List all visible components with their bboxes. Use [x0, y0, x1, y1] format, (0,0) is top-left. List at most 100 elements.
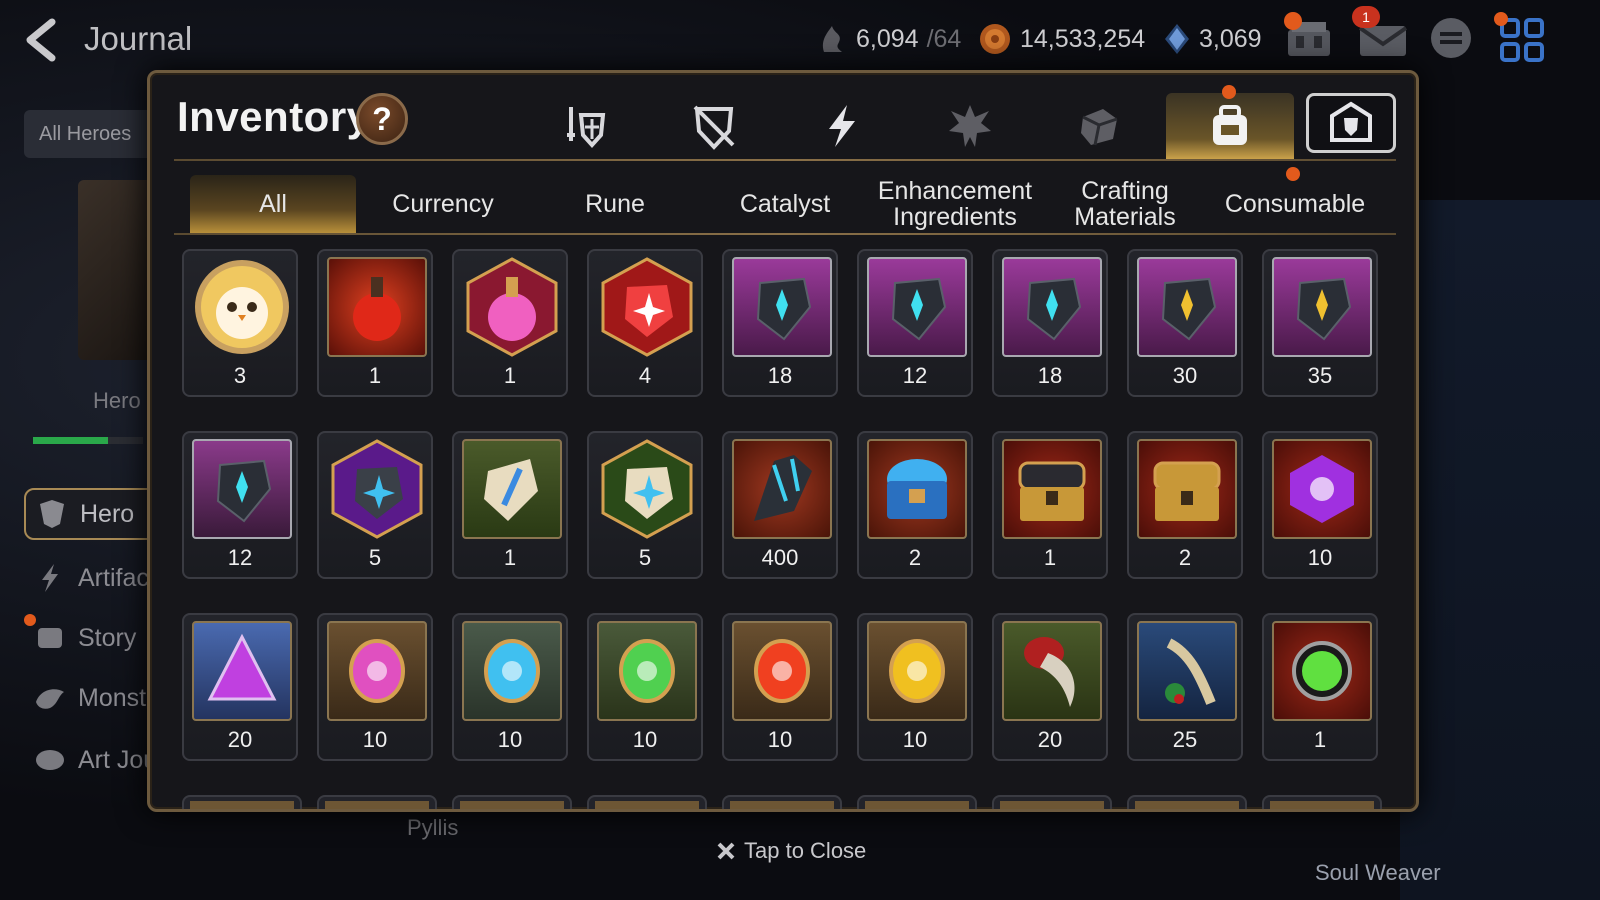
inventory-item-partial[interactable] — [587, 795, 707, 809]
hero-label: Hero — [93, 388, 141, 413]
tab-unequipped[interactable] — [664, 93, 764, 159]
item-count: 10 — [902, 727, 928, 752]
item-count: 3 — [233, 363, 247, 388]
inventory-item[interactable]: 1 — [452, 431, 568, 579]
item-count: 10 — [497, 727, 523, 752]
tab-catalyst[interactable]: Catalyst — [702, 175, 868, 233]
stamina-icon — [822, 26, 842, 52]
bag-icon — [1213, 105, 1247, 145]
tab-items[interactable] — [1166, 85, 1294, 159]
root-icon — [1137, 621, 1237, 721]
close-icon — [717, 842, 735, 860]
inventory-item[interactable]: 10 — [452, 613, 568, 761]
item-count: 18 — [1037, 363, 1063, 388]
inventory-item[interactable]: 18 — [722, 249, 838, 397]
tab-equipment[interactable] — [534, 93, 634, 159]
tab-rune[interactable]: Rune — [532, 175, 698, 233]
item-count: 5 — [368, 545, 382, 570]
back-button[interactable] — [22, 18, 72, 64]
green-star-fossil-icon — [597, 439, 697, 539]
item-count: 5 — [638, 545, 652, 570]
mail-button[interactable]: 1 — [1352, 6, 1410, 66]
soul-weaver-label: Soul Weaver — [1315, 860, 1441, 885]
inventory-item[interactable]: 12 — [182, 431, 298, 579]
item-count: 35 — [1307, 363, 1333, 388]
inventory-item-partial[interactable] — [452, 795, 572, 809]
tab-all[interactable]: All — [190, 175, 356, 233]
inventory-title: Inventory — [177, 93, 371, 140]
inventory-item[interactable]: 35 — [1262, 249, 1378, 397]
sidebar-item-story[interactable]: Story — [24, 614, 136, 654]
tab-consumable[interactable]: Consumable — [1212, 175, 1378, 233]
frame-corner — [150, 73, 164, 87]
inventory-item[interactable]: 2 — [1127, 431, 1243, 579]
inventory-item-partial[interactable] — [317, 795, 437, 809]
inventory-item[interactable]: 2 — [857, 431, 973, 579]
inventory-item[interactable]: 10 — [857, 613, 973, 761]
inventory-item[interactable]: 20 — [992, 613, 1108, 761]
shop-button[interactable] — [1282, 12, 1336, 66]
item-count: 18 — [767, 363, 793, 388]
inventory-item[interactable]: 10 — [587, 613, 703, 761]
menu-button[interactable] — [1494, 12, 1550, 66]
dark-chest-icon — [1002, 439, 1102, 539]
tab-enhancement-ingredients[interactable]: Enhancement Ingredients — [872, 175, 1038, 233]
inventory-item[interactable]: 10 — [1262, 431, 1378, 579]
tab-monster[interactable] — [920, 93, 1020, 159]
inventory-panel: Inventory ? All Currency Rune Catalyst E… — [147, 70, 1419, 812]
inventory-item[interactable]: 1 — [992, 431, 1108, 579]
boot-rune-stone-icon — [867, 257, 967, 357]
purple-triangle-gem-icon — [192, 621, 292, 721]
inventory-item-partial[interactable] — [857, 795, 977, 809]
inventory-item[interactable]: 10 — [317, 613, 433, 761]
inventory-item-partial[interactable] — [992, 795, 1112, 809]
gold-counter: 14,533,254 — [978, 22, 1145, 56]
tab-artifact[interactable] — [792, 93, 892, 159]
shield-gear-icon — [1330, 101, 1372, 142]
inventory-item-partial[interactable] — [722, 795, 842, 809]
inventory-item[interactable]: 5 — [317, 431, 433, 579]
inventory-item[interactable]: 5 — [587, 431, 703, 579]
inventory-item-partial[interactable] — [1127, 795, 1247, 809]
top-bar: Journal 6,094/64 14,533,254 3,069 1 — [0, 0, 1600, 80]
inventory-item[interactable]: 18 — [992, 249, 1108, 397]
sidebar-item-artifact[interactable]: Artifact — [34, 562, 156, 594]
tab-storage[interactable] — [1306, 93, 1396, 153]
background-right-panel — [1400, 200, 1600, 900]
claw-icon — [1002, 621, 1102, 721]
close-label: Tap to Close — [744, 838, 867, 863]
chat-icon — [1431, 18, 1471, 58]
item-count: 1 — [1313, 727, 1327, 752]
inventory-item[interactable]: 4 — [587, 249, 703, 397]
inventory-item[interactable]: 3 — [182, 249, 298, 397]
inventory-item[interactable]: 1 — [452, 249, 568, 397]
shop-badge — [1284, 12, 1302, 30]
inventory-item[interactable]: 12 — [857, 249, 973, 397]
inventory-item-partial[interactable] — [1262, 795, 1382, 809]
close-button[interactable]: Tap to Close — [716, 838, 866, 864]
monster-icon — [36, 689, 64, 709]
skystone-icon — [1165, 24, 1189, 54]
skystone-value: 3,069 — [1199, 24, 1262, 53]
help-button[interactable]: ? — [356, 93, 408, 145]
inventory-item[interactable]: 1 — [1262, 613, 1378, 761]
inventory-item[interactable]: 20 — [182, 613, 298, 761]
inventory-item[interactable]: 10 — [722, 613, 838, 761]
hammer-rune-stone-icon — [1272, 257, 1372, 357]
inventory-item[interactable]: 30 — [1127, 249, 1243, 397]
item-count: 25 — [1172, 727, 1198, 752]
inventory-item[interactable]: 400 — [722, 431, 838, 579]
pink-gem-icon — [327, 621, 427, 721]
tab-currency[interactable]: Currency — [360, 175, 526, 233]
sidebar-item-label: Artifact — [78, 563, 156, 592]
inventory-item[interactable]: 1 — [317, 249, 433, 397]
tab-crafting-materials[interactable]: Crafting Materials — [1042, 175, 1208, 233]
inventory-item-partial[interactable] — [182, 795, 302, 809]
chat-button[interactable] — [1424, 12, 1478, 66]
inventory-item[interactable]: 25 — [1127, 613, 1243, 761]
tab-material[interactable] — [1048, 93, 1148, 159]
item-count: 30 — [1172, 363, 1198, 388]
purple-moon-gem-icon — [1272, 439, 1372, 539]
gold-gem-icon — [867, 621, 967, 721]
purple-star-crystal-icon — [327, 439, 427, 539]
